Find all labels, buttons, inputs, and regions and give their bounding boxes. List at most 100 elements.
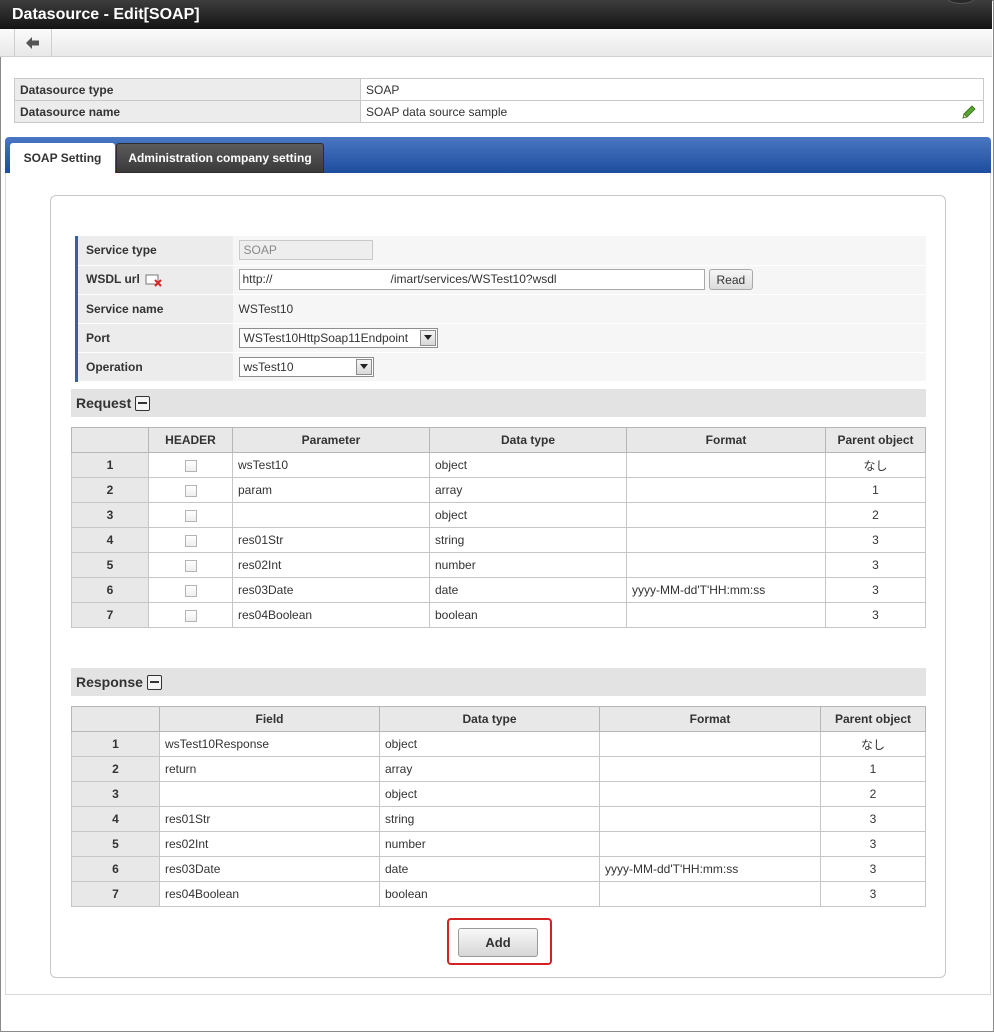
parent-object-cell: 3	[820, 881, 926, 907]
tab-soap-setting[interactable]: SOAP Setting	[10, 143, 115, 173]
port-select[interactable]: WSTest10HttpSoap11Endpoint	[238, 327, 438, 348]
data-type-cell: object	[429, 502, 627, 528]
wsdl-url-label: WSDL url	[86, 272, 140, 287]
back-button[interactable]	[14, 29, 52, 56]
data-type-cell: array	[429, 477, 627, 503]
parent-object-cell: 1	[825, 477, 926, 503]
pencil-icon[interactable]	[961, 104, 977, 123]
data-type-cell: object	[379, 731, 600, 757]
chevron-down-icon	[419, 329, 436, 346]
header-checkbox[interactable]	[184, 534, 197, 547]
service-type-label: Service type	[75, 236, 233, 266]
table-row: 3 object 2	[71, 781, 926, 807]
format-cell	[599, 781, 821, 807]
column-header	[71, 427, 149, 453]
row-number: 2	[71, 477, 149, 503]
field-cell	[159, 781, 380, 807]
table-row: 1 wsTest10Response object なし	[71, 731, 926, 757]
wsdl-url-label-cell: WSDL url	[75, 265, 233, 295]
data-type-cell: object	[429, 452, 627, 478]
parent-object-cell: 3	[825, 602, 926, 628]
parent-object-cell: 2	[825, 502, 926, 528]
field-cell: res04Boolean	[159, 881, 380, 907]
data-type-cell: string	[379, 806, 600, 832]
column-header: Data type	[429, 427, 627, 453]
collapse-request-button[interactable]	[135, 395, 151, 411]
tab-administration-company-setting[interactable]: Administration company setting	[116, 143, 324, 173]
column-header	[71, 706, 160, 732]
datasource-type-label: Datasource type	[14, 78, 361, 101]
field-cell: wsTest10Response	[159, 731, 380, 757]
column-header: Format	[599, 706, 821, 732]
window-title: Datasource - Edit[SOAP]	[12, 6, 200, 23]
row-number: 4	[71, 527, 149, 553]
format-cell	[599, 881, 821, 907]
format-cell: yyyy-MM-dd'T'HH:mm:ss	[626, 577, 826, 603]
operation-select-value: wsTest10	[243, 359, 294, 374]
request-table: HEADER Parameter Data type Format Parent…	[71, 427, 926, 628]
datasource-info-table: Datasource type SOAP Datasource name SOA…	[14, 78, 984, 123]
column-header: Field	[159, 706, 380, 732]
table-row: 3 object 2	[71, 502, 926, 528]
data-type-cell: array	[379, 756, 600, 782]
service-type-field	[238, 240, 373, 261]
column-header: Parent object	[820, 706, 926, 732]
response-section-header: Response	[71, 668, 926, 696]
field-cell: res02Int	[159, 831, 380, 857]
read-button[interactable]: Read	[708, 269, 754, 290]
format-cell	[626, 502, 826, 528]
data-type-cell: boolean	[429, 602, 627, 628]
add-button[interactable]: Add	[458, 928, 538, 957]
parent-object-cell: 2	[820, 781, 926, 807]
wsdl-url-suffix: /imart/services/WSTest10?wsdl	[390, 272, 557, 286]
row-number: 5	[71, 552, 149, 578]
format-cell	[626, 477, 826, 503]
header-checkbox[interactable]	[184, 559, 197, 572]
header-checkbox[interactable]	[184, 459, 197, 472]
datasource-type-value: SOAP	[360, 78, 984, 101]
table-row: 4 res01Str string 3	[71, 527, 926, 553]
data-type-cell: date	[429, 577, 627, 603]
row-number: 1	[71, 731, 160, 757]
header-checkbox[interactable]	[184, 584, 197, 597]
operation-label: Operation	[75, 352, 233, 382]
response-table: Field Data type Format Parent object 1 w…	[71, 706, 926, 907]
table-row: 6 res03Date date yyyy-MM-dd'T'HH:mm:ss 3	[71, 577, 926, 603]
wsdl-url-input[interactable]: http:// /imart/services/WSTest10?wsdl	[238, 269, 705, 290]
column-header: Data type	[379, 706, 600, 732]
table-row: 6 res03Date date yyyy-MM-dd'T'HH:mm:ss 3	[71, 856, 926, 882]
parent-object-cell: なし	[825, 452, 926, 478]
parent-object-cell: 3	[820, 856, 926, 882]
format-cell	[626, 552, 826, 578]
parent-object-cell: なし	[820, 731, 926, 757]
parameter-cell: res03Date	[232, 577, 430, 603]
table-row: 2 return array 1	[71, 756, 926, 782]
arrow-left-icon	[26, 36, 39, 49]
response-title: Response	[76, 674, 143, 690]
parameter-cell: res04Boolean	[232, 602, 430, 628]
collapse-response-button[interactable]	[146, 674, 162, 690]
table-row: 7 res04Boolean boolean 3	[71, 602, 926, 628]
column-header: Format	[626, 427, 826, 453]
header-checkbox[interactable]	[184, 509, 197, 522]
chevron-down-icon	[355, 358, 372, 375]
field-cell: res03Date	[159, 856, 380, 882]
format-cell	[599, 731, 821, 757]
request-title: Request	[76, 395, 132, 411]
data-type-cell: number	[429, 552, 627, 578]
format-cell	[599, 806, 821, 832]
parent-object-cell: 3	[820, 806, 926, 832]
header-checkbox[interactable]	[184, 484, 197, 497]
parameter-cell	[232, 502, 430, 528]
format-cell	[626, 452, 826, 478]
clear-field-icon[interactable]	[145, 273, 163, 287]
parameter-cell: res02Int	[232, 552, 430, 578]
parent-object-cell: 3	[820, 831, 926, 857]
wsdl-url-prefix: http://	[242, 272, 273, 286]
format-cell	[626, 602, 826, 628]
operation-select[interactable]: wsTest10	[238, 356, 374, 377]
row-number: 3	[71, 502, 149, 528]
data-type-cell: number	[379, 831, 600, 857]
parameter-cell: wsTest10	[232, 452, 430, 478]
header-checkbox[interactable]	[184, 609, 197, 622]
